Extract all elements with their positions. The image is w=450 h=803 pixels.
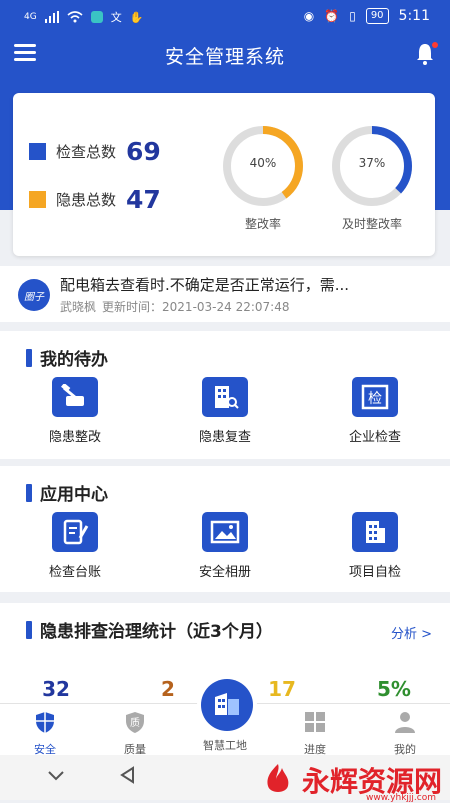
hand-icon: ✋ bbox=[129, 10, 144, 24]
notice-updated-label: 更新时间： bbox=[102, 300, 163, 314]
check-legend-square bbox=[29, 143, 46, 160]
timely-rate-text: 37% bbox=[358, 156, 386, 170]
signal-icon bbox=[44, 11, 59, 23]
alarm-icon: ⏰ bbox=[324, 9, 340, 23]
ledger-icon bbox=[52, 512, 98, 552]
nav-bar: 安全管理系统 bbox=[0, 34, 450, 76]
watermark-url: www.yhkjjj.com bbox=[366, 793, 436, 803]
todo-title-text: 我的待办 bbox=[40, 350, 108, 370]
inspect-icon: 检 bbox=[352, 377, 398, 417]
system-nav-bar: 永辉资源网 www.yhkjjj.com bbox=[0, 755, 450, 803]
stat-value-3: 17 bbox=[268, 677, 296, 701]
circle-badge-icon: 圈子 bbox=[18, 279, 50, 311]
svg-text:质: 质 bbox=[130, 717, 140, 729]
clock: 5:11 bbox=[398, 8, 430, 24]
building-search-icon bbox=[202, 377, 248, 417]
smart-site-fab[interactable] bbox=[197, 675, 257, 735]
tab-mine[interactable]: 我的 bbox=[360, 704, 450, 757]
app-item-label: 安全相册 bbox=[198, 565, 251, 580]
grid-icon bbox=[305, 712, 325, 732]
todo-item-label: 隐患复查 bbox=[198, 430, 251, 445]
photo-icon bbox=[202, 512, 248, 552]
page-title: 安全管理系统 bbox=[164, 46, 285, 68]
timely-rate-label: 及时整改率 bbox=[341, 217, 402, 231]
apps-section: 应用中心 检查台账 安全相册 项目自检 bbox=[0, 466, 450, 592]
notice-meta: 武晓枫 更新时间：2021-03-24 22:07:48 bbox=[60, 298, 295, 315]
back-icon[interactable] bbox=[118, 765, 138, 785]
hazard-total-value: 47 bbox=[126, 185, 161, 214]
svg-text:检: 检 bbox=[368, 391, 382, 407]
apps-title-text: 应用中心 bbox=[40, 485, 108, 505]
stat-value-2: 2 bbox=[161, 677, 175, 701]
app-notify-icon bbox=[90, 11, 103, 23]
app-item-safety-album[interactable]: 安全相册 bbox=[150, 512, 300, 580]
check-total-value: 69 bbox=[126, 137, 161, 166]
hazard-stats-title: 隐患排查治理统计（近3个月） bbox=[26, 617, 273, 642]
todo-item-label: 企业检查 bbox=[348, 430, 401, 445]
notification-bell-icon[interactable] bbox=[414, 42, 438, 66]
app-item-check-ledger[interactable]: 检查台账 bbox=[0, 512, 150, 580]
notice-author: 武晓枫 bbox=[60, 300, 97, 314]
rectify-rate-text: 40% bbox=[249, 156, 277, 170]
timely-rate-gauge: 37% 及时整改率 bbox=[329, 123, 415, 232]
notice-title: 配电箱去查看时.不确定是否正常运行，需... bbox=[60, 276, 350, 294]
todo-item-enterprise-check[interactable]: 检 企业检查 bbox=[300, 377, 450, 445]
shield-icon bbox=[36, 712, 54, 733]
notice-item[interactable]: 圈子 配电箱去查看时.不确定是否正常运行，需... 武晓枫 更新时间：2021-0… bbox=[0, 266, 450, 322]
user-icon bbox=[395, 712, 415, 733]
notification-dot bbox=[432, 42, 438, 48]
battery-indicator: 90 bbox=[365, 8, 389, 24]
hazard-total-label: 隐患总数 bbox=[56, 191, 117, 209]
hammer-icon bbox=[52, 377, 98, 417]
status-bar: 4G 文 ✋ ◉ ⏰ ▯ 90 5:11 bbox=[0, 0, 450, 34]
tab-progress[interactable]: 进度 bbox=[270, 704, 360, 757]
app-item-label: 检查台账 bbox=[48, 565, 101, 580]
stats-card: 检查总数 69 隐患总数 47 40% 整改率 37% 及时整改率 bbox=[13, 93, 435, 256]
translate-icon: 文 bbox=[110, 11, 122, 24]
tab-label: 智慧工地 bbox=[203, 739, 247, 752]
eye-icon: ◉ bbox=[303, 9, 315, 23]
hazard-stats-title-text: 隐患排查治理统计（近3个月） bbox=[40, 622, 273, 642]
flame-logo-icon bbox=[267, 764, 289, 792]
vibrate-icon: ▯ bbox=[349, 9, 356, 23]
check-total-row[interactable]: 检查总数 69 bbox=[29, 137, 161, 166]
todo-section: 我的待办 隐患整改 隐患复查 检 企业检查 bbox=[0, 331, 450, 459]
rectify-rate-label: 整改率 bbox=[244, 217, 281, 231]
hazard-total-row[interactable]: 隐患总数 47 bbox=[29, 185, 161, 214]
analysis-link[interactable]: 分析 > bbox=[391, 623, 432, 642]
hazard-legend-square bbox=[29, 191, 46, 208]
rectify-rate-gauge: 40% 整改率 bbox=[220, 123, 306, 232]
wifi-icon bbox=[67, 11, 83, 23]
chevron-down-icon[interactable] bbox=[46, 765, 66, 785]
network-indicator: 4G bbox=[24, 12, 37, 22]
apps-title: 应用中心 bbox=[26, 480, 108, 505]
building-icon bbox=[352, 512, 398, 552]
quality-icon: 质 bbox=[126, 712, 144, 733]
notice-updated-time: 2021-03-24 22:07:48 bbox=[162, 300, 290, 314]
tab-quality[interactable]: 质 质量 bbox=[90, 704, 180, 757]
app-item-label: 项目自检 bbox=[348, 565, 401, 580]
watermark-logo: 永辉资源网 www.yhkjjj.com bbox=[260, 760, 442, 803]
todo-item-hazard-rectify[interactable]: 隐患整改 bbox=[0, 377, 150, 445]
todo-item-label: 隐患整改 bbox=[48, 430, 101, 445]
todo-item-hazard-review[interactable]: 隐患复查 bbox=[150, 377, 300, 445]
smart-site-icon bbox=[201, 679, 253, 731]
app-item-project-selfcheck[interactable]: 项目自检 bbox=[300, 512, 450, 580]
stat-value-4: 5% bbox=[377, 677, 411, 701]
stat-value-1: 32 bbox=[42, 677, 70, 701]
tab-safety[interactable]: 安全 bbox=[0, 704, 90, 757]
todo-title: 我的待办 bbox=[26, 345, 108, 370]
check-total-label: 检查总数 bbox=[56, 143, 117, 161]
